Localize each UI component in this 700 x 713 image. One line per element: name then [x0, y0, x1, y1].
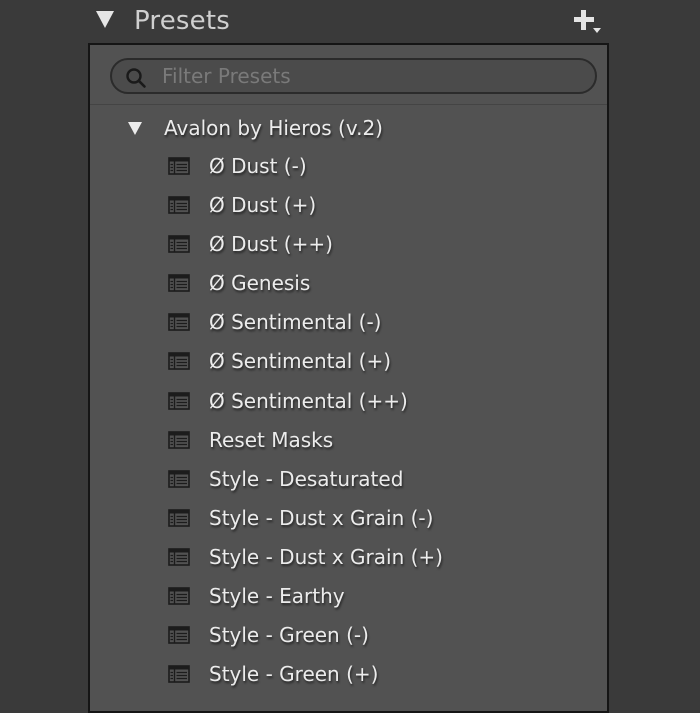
preset-document-icon: [168, 352, 190, 371]
preset-item[interactable]: Ø Sentimental (++): [90, 383, 607, 422]
dropdown-caret-icon: [593, 28, 601, 33]
preset-item[interactable]: Ø Dust (++): [90, 226, 607, 265]
preset-label: Ø Sentimental (+): [209, 349, 392, 374]
filter-presets-search[interactable]: [110, 58, 597, 94]
search-input[interactable]: [162, 63, 582, 89]
preset-document-icon: [168, 313, 190, 332]
preset-label: Ø Dust (++): [209, 232, 333, 257]
preset-document-icon: [168, 548, 190, 566]
disclosure-triangle-icon[interactable]: [128, 122, 142, 135]
preset-item[interactable]: Reset Masks: [90, 422, 607, 461]
preset-item[interactable]: Style - Desaturated: [90, 461, 607, 500]
preset-item[interactable]: Ø Sentimental (+): [90, 343, 607, 382]
preset-document-icon: [168, 274, 190, 293]
preset-document-icon: [168, 587, 190, 605]
preset-label: Style - Green (-): [209, 623, 369, 648]
preset-document-icon: [168, 430, 190, 449]
preset-list: Ø Dust (-) Ø Dust (+) Ø Dust (++) Ø Genesis…: [90, 148, 607, 695]
preset-item[interactable]: Style - Dust x Grain (-): [90, 500, 607, 539]
presets-panel-header[interactable]: Presets: [0, 0, 700, 44]
preset-document-icon: [168, 196, 190, 214]
preset-document-icon: [168, 665, 190, 684]
preset-group-avalon[interactable]: Avalon by Hieros (v.2): [90, 108, 607, 148]
preset-item[interactable]: Ø Sentimental (-): [90, 304, 607, 343]
preset-item[interactable]: Style - Green (-): [90, 617, 607, 656]
preset-label: Style - Dust x Grain (+): [209, 544, 443, 569]
preset-label: Ø Sentimental (++): [209, 388, 408, 413]
preset-document-icon: [168, 157, 190, 175]
preset-item[interactable]: Style - Earthy: [90, 578, 607, 617]
preset-label: Ø Dust (+): [209, 193, 317, 218]
preset-item[interactable]: Ø Genesis: [90, 265, 607, 304]
panel-title: Presets: [134, 6, 231, 36]
preset-label: Reset Masks: [209, 427, 334, 452]
preset-document-icon: [168, 626, 190, 644]
preset-label: Ø Genesis: [209, 271, 311, 296]
preset-label: Style - Desaturated: [209, 466, 404, 491]
preset-item[interactable]: Ø Dust (+): [90, 187, 607, 226]
preset-label: Style - Green (+): [209, 662, 379, 687]
divider: [90, 104, 607, 105]
add-preset-button[interactable]: [570, 6, 606, 36]
presets-panel: Avalon by Hieros (v.2) Ø Dust (-)Ø Dust …: [88, 43, 609, 713]
preset-item[interactable]: Ø Dust (-): [90, 148, 607, 187]
preset-document-icon: [168, 469, 190, 488]
preset-item[interactable]: Style - Green (+): [90, 656, 607, 695]
collapse-triangle-icon[interactable]: [96, 11, 114, 28]
preset-label: Ø Dust (-): [209, 154, 307, 178]
preset-document-icon: [168, 391, 190, 410]
preset-document-icon: [168, 509, 190, 527]
search-icon: [126, 68, 146, 88]
preset-label: Style - Earthy: [209, 584, 345, 609]
preset-label: Ø Sentimental (-): [209, 310, 382, 335]
preset-item[interactable]: Style - Dust x Grain (+): [90, 539, 607, 578]
preset-group-label: Avalon by Hieros (v.2): [164, 116, 383, 140]
preset-document-icon: [168, 235, 190, 253]
preset-label: Style - Dust x Grain (-): [209, 505, 434, 530]
